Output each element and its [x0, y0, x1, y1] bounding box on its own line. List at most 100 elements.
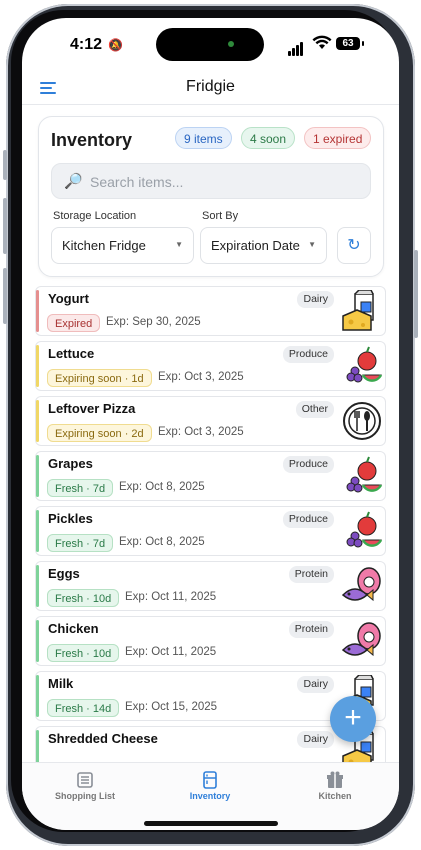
- list-item[interactable]: Pickles Produce Fresh · 7d Exp: Oct 8, 2025: [35, 506, 386, 556]
- volume-down-button: [3, 268, 7, 324]
- status-badge: Fresh · 14d: [47, 699, 120, 717]
- fridge-icon: [160, 771, 260, 789]
- home-indicator: [144, 821, 278, 826]
- expiration-date: Exp: Oct 15, 2025: [125, 701, 218, 713]
- item-name: Leftover Pizza: [48, 401, 136, 416]
- action-button: [3, 150, 7, 180]
- add-item-button[interactable]: +: [330, 696, 376, 742]
- list-item[interactable]: Leftover Pizza Other Expiring soon · 2d Exp…: [35, 396, 386, 446]
- protein-icon: [341, 565, 383, 607]
- volume-up-button: [3, 198, 7, 254]
- category-badge: Produce: [282, 346, 334, 363]
- list-item[interactable]: Lettuce Produce Expiring soon · 1d Exp: Oct…: [35, 341, 386, 391]
- status-bar: 4:12 🔕 63: [22, 18, 399, 68]
- expiration-date: Exp: Oct 3, 2025: [158, 371, 244, 383]
- category-badge: Dairy: [297, 291, 334, 308]
- storage-location-select[interactable]: Kitchen Fridge ▼: [51, 227, 194, 264]
- items-count-badge[interactable]: 9 items: [175, 127, 232, 149]
- utensils-icon: [341, 400, 383, 442]
- expired-count-badge[interactable]: 1 expired: [304, 127, 372, 149]
- list-item[interactable]: Grapes Produce Fresh · 7d Exp: Oct 8, 2025: [35, 451, 386, 501]
- item-name: Pickles: [48, 511, 93, 526]
- soon-count-badge[interactable]: 4 soon: [241, 127, 296, 149]
- battery-tip: [362, 41, 364, 46]
- status-badge: Expiring soon · 2d: [47, 424, 152, 442]
- expiration-date: Exp: Sep 30, 2025: [106, 316, 201, 328]
- expiration-date: Exp: Oct 8, 2025: [119, 481, 205, 493]
- status-badge: Fresh · 10d: [47, 644, 120, 662]
- item-name: Lettuce: [48, 346, 95, 361]
- search-icon: 🔎: [64, 173, 83, 190]
- list-item[interactable]: Yogurt Dairy Expired Exp: Sep 30, 2025: [35, 286, 386, 336]
- inventory-list: Yogurt Dairy Expired Exp: Sep 30, 2025 Lettu…: [22, 286, 399, 762]
- refresh-button[interactable]: ↻: [337, 227, 371, 264]
- category-badge: Dairy: [297, 731, 334, 748]
- app-header: Fridgie: [22, 68, 399, 105]
- produce-icon: [341, 455, 383, 497]
- storage-location-label: Storage Location: [53, 210, 137, 222]
- produce-icon: [341, 345, 383, 387]
- category-badge: Protein: [288, 621, 334, 638]
- silent-bell-icon: 🔕: [108, 38, 123, 52]
- sort-by-label: Sort By: [202, 210, 239, 222]
- chevron-down-icon: ▼: [308, 240, 316, 249]
- wifi-icon: [312, 35, 332, 49]
- inventory-title: Inventory: [51, 130, 133, 150]
- status-badge: Expired: [47, 314, 101, 332]
- storage-location-value: Kitchen Fridge: [62, 238, 146, 253]
- status-indicator-bar: [36, 455, 39, 497]
- tab-inventory[interactable]: Inventory: [160, 771, 260, 801]
- cellular-signal-icon: [288, 38, 304, 56]
- chevron-down-icon: ▼: [175, 240, 183, 249]
- item-name: Yogurt: [48, 291, 89, 306]
- category-badge: Protein: [288, 566, 334, 583]
- tab-kitchen[interactable]: Kitchen: [285, 771, 385, 801]
- power-button: [414, 250, 418, 338]
- search-input[interactable]: [88, 164, 362, 200]
- status-indicator-bar: [36, 675, 39, 717]
- status-indicator-bar: [36, 510, 39, 552]
- tab-shopping-list[interactable]: Shopping List: [35, 771, 135, 801]
- screen: 4:12 🔕 63 Fridgie Inventory 9 items 4 so…: [22, 18, 399, 830]
- tab-label: Inventory: [189, 791, 231, 801]
- item-name: Grapes: [48, 456, 93, 471]
- status-indicator-bar: [36, 565, 39, 607]
- status-indicator-bar: [36, 400, 39, 442]
- list-item[interactable]: Chicken Protein Fresh · 10d Exp: Oct 11, 20…: [35, 616, 386, 666]
- status-indicator-bar: [36, 620, 39, 662]
- item-name: Chicken: [48, 621, 99, 636]
- item-name: Shredded Cheese: [48, 731, 158, 746]
- battery-level: 63: [336, 37, 360, 50]
- category-badge: Dairy: [297, 676, 334, 693]
- status-indicator-bar: [36, 290, 39, 332]
- produce-icon: [341, 510, 383, 552]
- status-indicator-bar: [36, 730, 39, 762]
- gift-icon: [285, 771, 385, 789]
- expiration-date: Exp: Oct 11, 2025: [125, 591, 217, 603]
- dairy-icon: [341, 289, 383, 332]
- inventory-card: Inventory 9 items 4 soon 1 expired 🔎 Sto…: [38, 116, 384, 277]
- tab-label: Kitchen: [318, 791, 352, 801]
- app-title: Fridgie: [186, 78, 235, 95]
- list-icon: [35, 771, 135, 789]
- clock: 4:12: [70, 36, 103, 53]
- status-badge: Fresh · 10d: [47, 589, 120, 607]
- item-name: Milk: [48, 676, 74, 691]
- status-badge: Fresh · 7d: [47, 534, 114, 552]
- list-item[interactable]: Eggs Protein Fresh · 10d Exp: Oct 11, 2025: [35, 561, 386, 611]
- category-badge: Other: [295, 401, 334, 418]
- status-badge: Fresh · 7d: [47, 479, 114, 497]
- tab-bar: Shopping List Inventory Kitchen: [22, 762, 399, 830]
- expiration-date: Exp: Oct 8, 2025: [119, 536, 205, 548]
- search-box[interactable]: 🔎: [51, 163, 371, 200]
- status-badge: Expiring soon · 1d: [47, 369, 152, 387]
- sort-by-select[interactable]: Expiration Date ▼: [200, 227, 327, 264]
- expiration-date: Exp: Oct 11, 2025: [125, 646, 217, 658]
- protein-icon: [341, 620, 383, 662]
- camera-indicator: [228, 41, 234, 47]
- sort-by-value: Expiration Date: [211, 238, 300, 253]
- category-badge: Produce: [282, 511, 334, 528]
- tab-label: Shopping List: [55, 791, 115, 801]
- item-name: Eggs: [48, 566, 80, 581]
- refresh-icon: ↻: [347, 237, 361, 254]
